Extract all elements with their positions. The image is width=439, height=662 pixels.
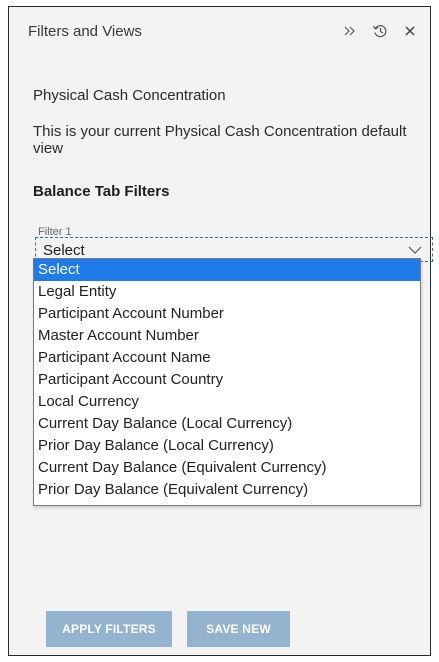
filter-1-value: Select [43, 242, 85, 259]
dropdown-option[interactable]: Legal Entity [34, 281, 420, 303]
dropdown-option[interactable]: Current Day Balance (Local Currency) [34, 413, 420, 435]
panel-title: Filters and Views [28, 23, 142, 40]
save-new-button[interactable]: SAVE NEW [187, 611, 290, 647]
dropdown-option[interactable]: Participant Account Name [34, 347, 420, 369]
dropdown-option[interactable]: Participant Account Number [34, 303, 420, 325]
dropdown-option[interactable]: Master Account Number [34, 325, 420, 347]
dropdown-option[interactable]: Prior Day Balance (Equivalent Currency) [34, 479, 420, 501]
dropdown-option[interactable]: Current Day Balance (Equivalent Currency… [34, 457, 420, 479]
view-description: This is your current Physical Cash Conce… [33, 123, 407, 157]
panel-header: Filters and Views [28, 21, 418, 45]
dropdown-option[interactable]: Prior Day Balance (Local Currency) [34, 435, 420, 457]
balance-filters-heading: Balance Tab Filters [33, 183, 170, 200]
dropdown-option[interactable]: Participant Account Country [34, 369, 420, 391]
close-icon[interactable] [402, 21, 418, 41]
history-icon[interactable] [372, 21, 388, 41]
dropdown-option[interactable]: Local Currency [34, 391, 420, 413]
apply-filters-button[interactable]: APPLY FILTERS [46, 611, 172, 647]
header-icons [342, 21, 418, 41]
dropdown-option[interactable]: Select [34, 259, 420, 281]
filter-1-dropdown-list: Select Legal Entity Participant Account … [33, 258, 421, 506]
view-name: Physical Cash Concentration [33, 87, 226, 104]
double-chevron-right-icon[interactable] [342, 21, 358, 41]
chevron-down-icon [408, 246, 422, 254]
